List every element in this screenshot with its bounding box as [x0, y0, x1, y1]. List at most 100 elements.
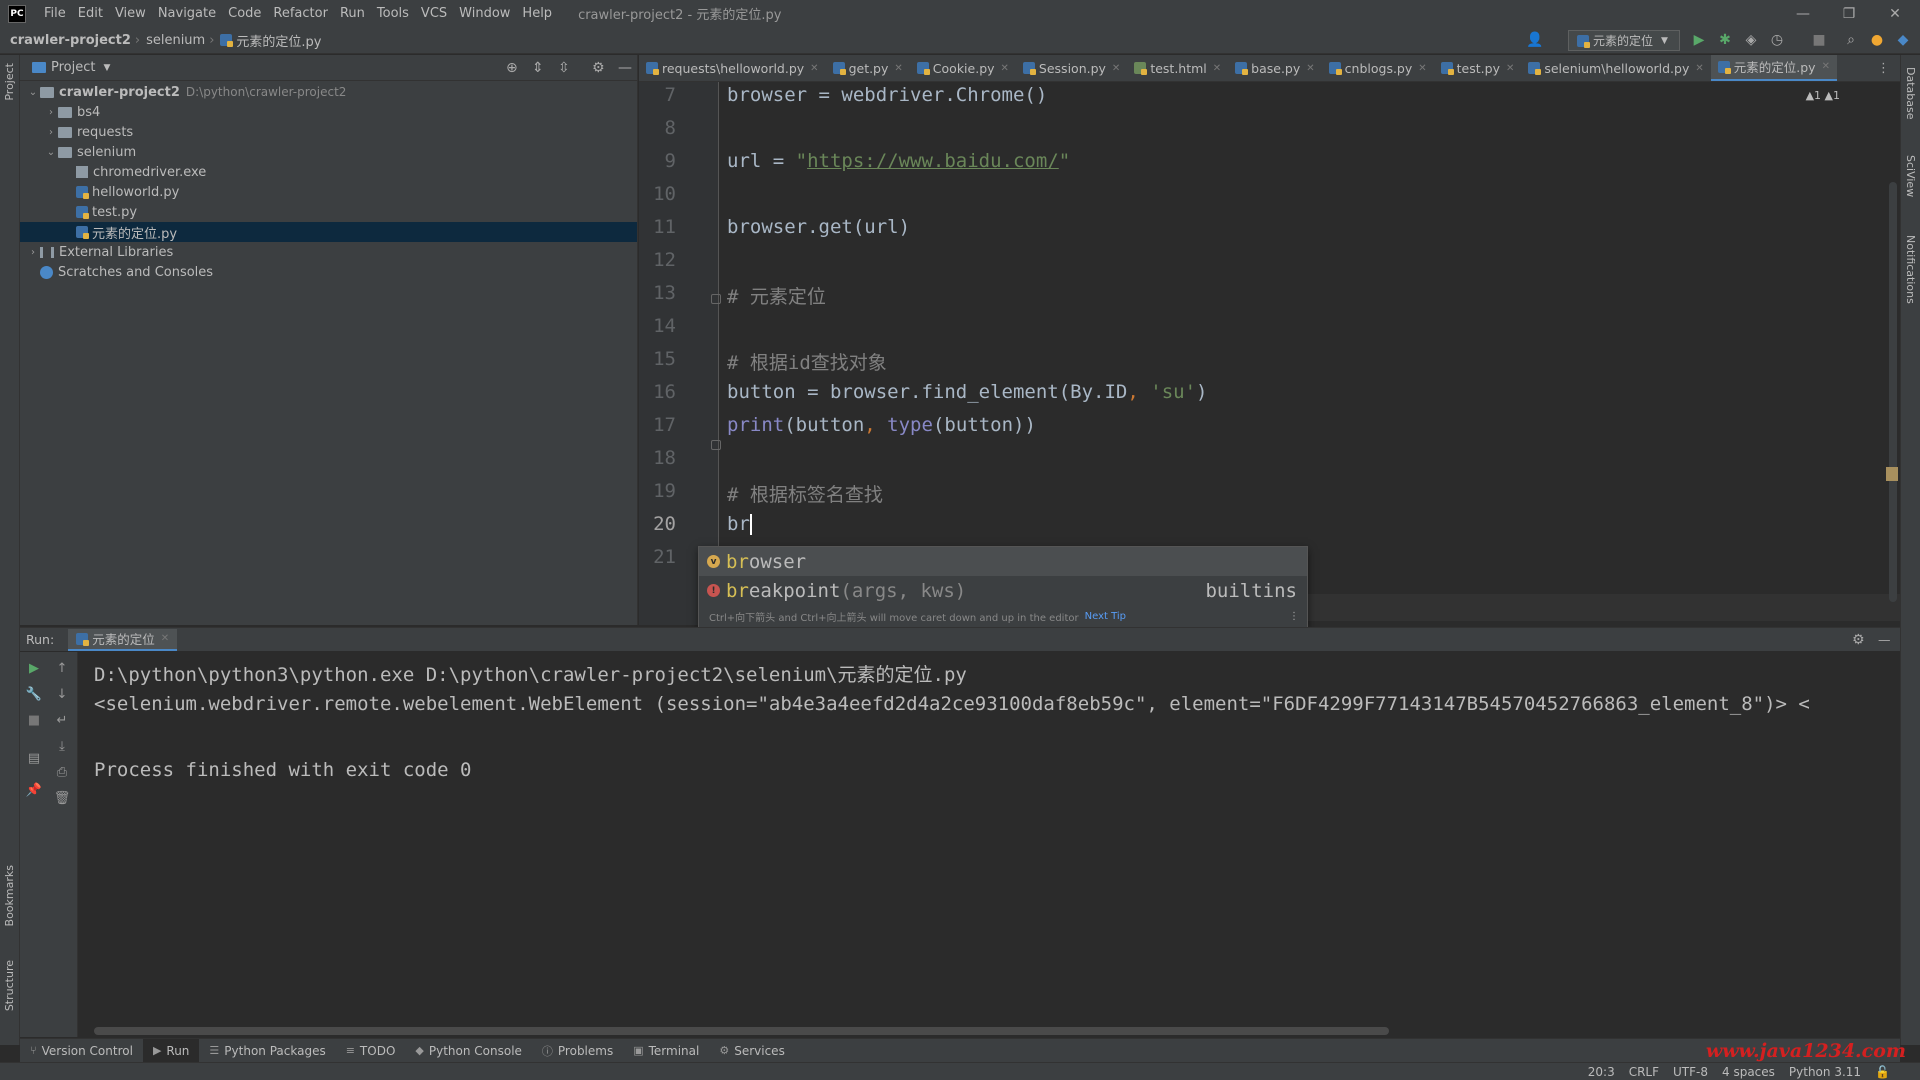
tool-terminal[interactable]: ▣ Terminal — [623, 1039, 709, 1063]
print-icon[interactable]: ⎙ — [54, 764, 70, 780]
editor-tab[interactable]: Session.py ✕ — [1016, 55, 1127, 81]
trash-icon[interactable]: 🗑 — [54, 790, 71, 806]
close-icon[interactable]: ✕ — [1418, 63, 1426, 74]
file-encoding[interactable]: UTF-8 — [1673, 1065, 1708, 1079]
minimize-button[interactable]: — — [1780, 0, 1826, 27]
lock-icon[interactable]: 🔓 — [1875, 1065, 1890, 1079]
tree-item[interactable]: › bs4 — [20, 102, 637, 122]
chevron-down-icon[interactable]: ⌄ — [44, 147, 58, 158]
menu-view[interactable]: View — [109, 0, 152, 27]
tool-python-packages[interactable]: ☰ Python Packages — [199, 1039, 335, 1063]
tool-todo[interactable]: ≡ TODO — [336, 1039, 406, 1063]
tab-menu-icon[interactable]: ⋮ — [1877, 61, 1890, 76]
bookmarks-tool-label[interactable]: Bookmarks — [3, 865, 16, 926]
editor-tab[interactable]: get.py ✕ — [826, 55, 910, 81]
tree-item[interactable]: Scratches and Consoles — [20, 262, 637, 282]
stop-icon[interactable]: ■ — [26, 712, 42, 728]
chevron-right-icon[interactable]: › — [44, 107, 58, 118]
tree-item[interactable]: ⌄ selenium — [20, 142, 637, 162]
run-console[interactable]: D:\python\python3\python.exe D:\python\c… — [79, 652, 1900, 1037]
editor-tab[interactable]: Cookie.py ✕ — [910, 55, 1016, 81]
close-icon[interactable]: ✕ — [1695, 63, 1703, 74]
jetbrains-icon[interactable]: ◆ — [1894, 31, 1912, 49]
editor-scrollbar[interactable] — [1889, 182, 1897, 602]
database-tool-label[interactable]: Database — [1904, 67, 1917, 120]
console-horizontal-scrollbar[interactable] — [94, 1027, 1389, 1035]
coverage-icon[interactable]: ◈ — [1742, 31, 1760, 49]
tool-version-control[interactable]: ⑂ Version Control — [20, 1039, 143, 1063]
next-tip-link[interactable]: Next Tip — [1085, 611, 1126, 622]
menu-code[interactable]: Code — [222, 0, 267, 27]
run-icon[interactable]: ▶ — [1690, 31, 1708, 49]
menu-refactor[interactable]: Refactor — [267, 0, 334, 27]
collapse-all-icon[interactable]: ⇳ — [558, 60, 570, 76]
structure-tool-label[interactable]: Structure — [3, 960, 16, 1011]
editor-tab[interactable]: test.py ✕ — [1434, 55, 1522, 81]
run-configuration-select[interactable]: 元素的定位 ▼ — [1568, 30, 1680, 51]
locate-icon[interactable]: ⊕ — [506, 60, 518, 76]
gear-icon[interactable]: ⚙ — [1852, 632, 1865, 648]
autocomplete-item[interactable]: v br owser — [699, 547, 1307, 576]
sciview-tool-label[interactable]: SciView — [1904, 155, 1917, 197]
chevron-down-icon[interactable]: ▼ — [103, 63, 110, 73]
close-window-button[interactable]: ✕ — [1872, 0, 1918, 27]
code-editor[interactable]: 7 8 9 10 11 12 13 14 15 16 17 18 19 20 21 browser = we… — [639, 82, 1900, 625]
search-icon[interactable]: ⌕ — [1842, 31, 1860, 49]
caret-position[interactable]: 20:3 — [1588, 1065, 1615, 1079]
tool-problems[interactable]: ⓘ Problems — [532, 1039, 623, 1063]
debug-icon[interactable]: ✱ — [1716, 31, 1734, 49]
indent-setting[interactable]: 4 spaces — [1722, 1065, 1775, 1079]
hide-panel-icon[interactable]: — — [618, 60, 632, 76]
close-icon[interactable]: ✕ — [1306, 63, 1314, 74]
editor-tab[interactable]: base.py ✕ — [1228, 55, 1322, 81]
menu-tools[interactable]: Tools — [371, 0, 415, 27]
close-icon[interactable]: ✕ — [894, 63, 902, 74]
tool-run[interactable]: ▶ Run — [142, 1038, 200, 1063]
menu-navigate[interactable]: Navigate — [152, 0, 222, 27]
rerun-icon[interactable]: ▶ — [26, 660, 42, 676]
menu-file[interactable]: File — [38, 0, 72, 27]
gear-icon[interactable]: ⚙ — [592, 60, 605, 76]
down-arrow-icon[interactable]: ↓ — [54, 686, 70, 702]
close-icon[interactable]: ✕ — [810, 63, 818, 74]
tool-python-console[interactable]: ◆ Python Console — [405, 1039, 532, 1063]
scroll-to-end-icon[interactable]: ⤓ — [54, 738, 70, 754]
user-icon[interactable]: 👤 — [1526, 31, 1544, 49]
tree-item[interactable]: helloworld.py — [20, 182, 637, 202]
pin-icon[interactable]: 📌 — [26, 782, 42, 798]
tree-item[interactable]: › requests — [20, 122, 637, 142]
breadcrumb-folder[interactable]: selenium — [146, 33, 205, 48]
expand-all-icon[interactable]: ⇕ — [532, 60, 544, 76]
wrench-icon[interactable]: 🔧 — [26, 686, 42, 702]
close-icon[interactable]: ✕ — [1112, 63, 1120, 74]
profile-icon[interactable]: ◷ — [1768, 31, 1786, 49]
soft-wrap-icon[interactable]: ↵ — [54, 712, 70, 728]
tree-item[interactable]: test.py — [20, 202, 637, 222]
notifications-tool-label[interactable]: Notifications — [1904, 235, 1917, 304]
update-icon[interactable]: ● — [1868, 31, 1886, 49]
menu-vcs[interactable]: VCS — [415, 0, 453, 27]
inspection-warnings[interactable]: ▲1 ▲1 — [1806, 89, 1840, 102]
close-icon[interactable]: ✕ — [1506, 63, 1514, 74]
chevron-right-icon[interactable]: › — [26, 247, 40, 258]
tree-item[interactable]: chromedriver.exe — [20, 162, 637, 182]
editor-tab[interactable]: cnblogs.py ✕ — [1322, 55, 1434, 81]
run-tab[interactable]: 元素的定位 ✕ — [68, 628, 178, 651]
editor-tab[interactable]: requests\helloworld.py ✕ — [639, 55, 826, 81]
restore-button[interactable]: ❐ — [1826, 0, 1872, 27]
layout-icon[interactable]: ▤ — [26, 750, 42, 766]
breadcrumb-file[interactable]: 元素的定位.py — [236, 31, 321, 50]
tool-services[interactable]: ⚙ Services — [709, 1039, 794, 1063]
editor-tab[interactable]: selenium\helloworld.py ✕ — [1521, 55, 1710, 81]
python-interpreter[interactable]: Python 3.11 — [1789, 1065, 1861, 1079]
autocomplete-item[interactable]: ! br eakpoint (args, kws) builtins — [699, 576, 1307, 605]
project-tool-label[interactable]: Project — [3, 63, 16, 101]
more-options-icon[interactable]: ⋮ — [1289, 611, 1299, 622]
fold-marker-icon[interactable] — [711, 294, 721, 304]
hide-panel-icon[interactable]: — — [1878, 632, 1891, 647]
project-panel-title[interactable]: Project — [51, 60, 95, 75]
menu-edit[interactable]: Edit — [72, 0, 109, 27]
menu-help[interactable]: Help — [516, 0, 558, 27]
close-icon[interactable]: ✕ — [161, 633, 169, 644]
chevron-down-icon[interactable]: ⌄ — [26, 87, 40, 98]
